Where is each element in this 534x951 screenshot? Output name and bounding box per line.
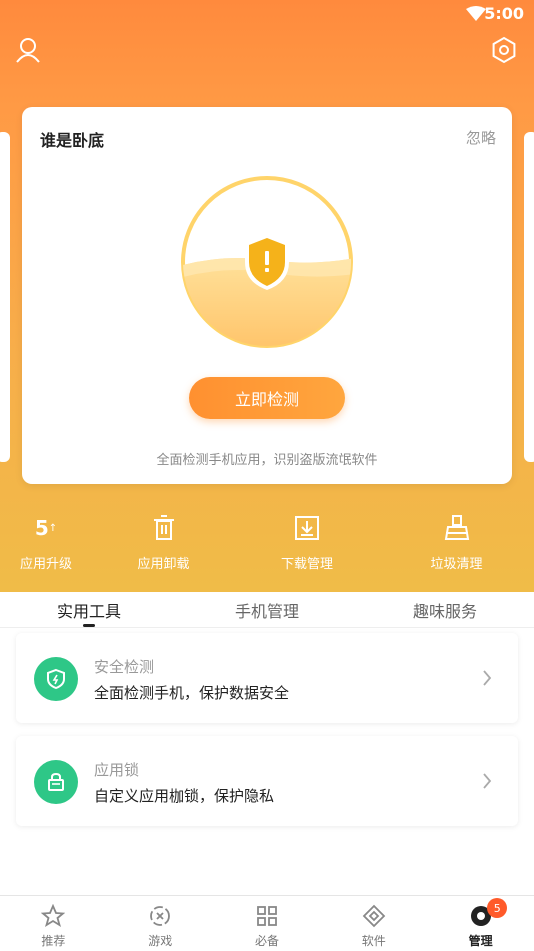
tab-phone-management[interactable]: 手机管理	[178, 592, 356, 627]
tool-download-manager[interactable]: 下载管理	[235, 505, 379, 585]
feature-title: 安全检测	[94, 658, 155, 676]
scan-now-button[interactable]: 立即检测	[189, 377, 345, 419]
tab-utility-tools[interactable]: 实用工具	[0, 592, 178, 627]
ignore-button[interactable]: 忽略	[466, 127, 496, 148]
notification-badge: 5	[487, 898, 508, 918]
nav-recommend[interactable]: 推荐	[0, 896, 107, 951]
tool-app-uninstall[interactable]: 应用卸载	[92, 505, 235, 585]
tab-label: 实用工具	[56, 602, 121, 621]
bottom-nav: 推荐 游戏 必备 软件 5 管理	[0, 895, 534, 951]
tab-label: 手机管理	[234, 602, 299, 621]
nav-label: 管理	[468, 934, 493, 948]
trash-icon	[153, 515, 174, 540]
chevron-right-icon	[483, 773, 492, 789]
upgrade-arrow: ↑	[48, 522, 58, 534]
tab-label: 趣味服务	[412, 602, 477, 621]
lock-icon	[34, 760, 78, 804]
side-card-left[interactable]	[0, 132, 10, 462]
feature-security-check[interactable]: 安全检测 全面检测手机，保护数据安全	[16, 633, 518, 723]
nav-games[interactable]: 游戏	[107, 896, 214, 951]
card-description: 全面检测手机应用，识别盗版流氓软件	[156, 453, 378, 468]
feature-subtitle: 自定义应用枷锁，保护隐私	[94, 787, 275, 805]
clock: 5:00	[484, 4, 524, 23]
grid-icon	[257, 906, 277, 926]
card-title: 谁是卧底	[40, 131, 105, 150]
nav-software[interactable]: 软件	[320, 896, 427, 951]
scan-shield-graphic	[181, 176, 353, 348]
upgrade-icon: 5 ↑	[31, 513, 61, 543]
side-card-right[interactable]	[524, 132, 534, 462]
tools-row: 5 ↑ 应用升级 应用卸载 下载管理 垃圾清理	[0, 505, 534, 585]
tool-junk-clean[interactable]: 垃圾清理	[379, 505, 534, 585]
tab-indicator	[83, 624, 95, 627]
download-icon	[295, 516, 319, 540]
nav-label: 软件	[361, 934, 386, 948]
detection-card: 谁是卧底 忽略 立即检测 全面检测手机应用，识别盗版流氓软件	[22, 107, 512, 484]
nav-manage[interactable]: 5 管理	[427, 896, 534, 951]
shield-icon	[34, 657, 78, 701]
tool-label: 下载管理	[280, 557, 333, 572]
feature-subtitle: 全面检测手机，保护数据安全	[94, 684, 290, 702]
tab-fun-services[interactable]: 趣味服务	[356, 592, 534, 627]
chevron-right-icon	[483, 670, 492, 686]
nav-label: 游戏	[148, 934, 173, 948]
tool-label: 垃圾清理	[430, 557, 483, 572]
wifi-icon	[466, 6, 486, 21]
nav-label: 推荐	[41, 934, 66, 948]
nav-label: 必备	[254, 934, 279, 948]
user-icon[interactable]	[14, 36, 42, 64]
game-icon	[150, 906, 171, 926]
nav-essentials[interactable]: 必备	[214, 896, 321, 951]
feature-title: 应用锁	[94, 761, 140, 779]
tool-app-upgrade[interactable]: 5 ↑ 应用升级	[0, 505, 92, 585]
broom-icon	[444, 515, 469, 540]
tool-label: 应用升级	[19, 557, 72, 572]
tab-bar: 实用工具 手机管理 趣味服务	[0, 592, 534, 628]
tool-label: 应用卸载	[137, 557, 190, 572]
upgrade-count: 5	[34, 516, 49, 540]
settings-icon[interactable]	[490, 36, 518, 64]
status-bar: 5:00	[0, 0, 534, 30]
star-icon	[41, 904, 66, 927]
software-icon	[362, 904, 386, 928]
feature-app-lock[interactable]: 应用锁 自定义应用枷锁，保护隐私	[16, 736, 518, 826]
